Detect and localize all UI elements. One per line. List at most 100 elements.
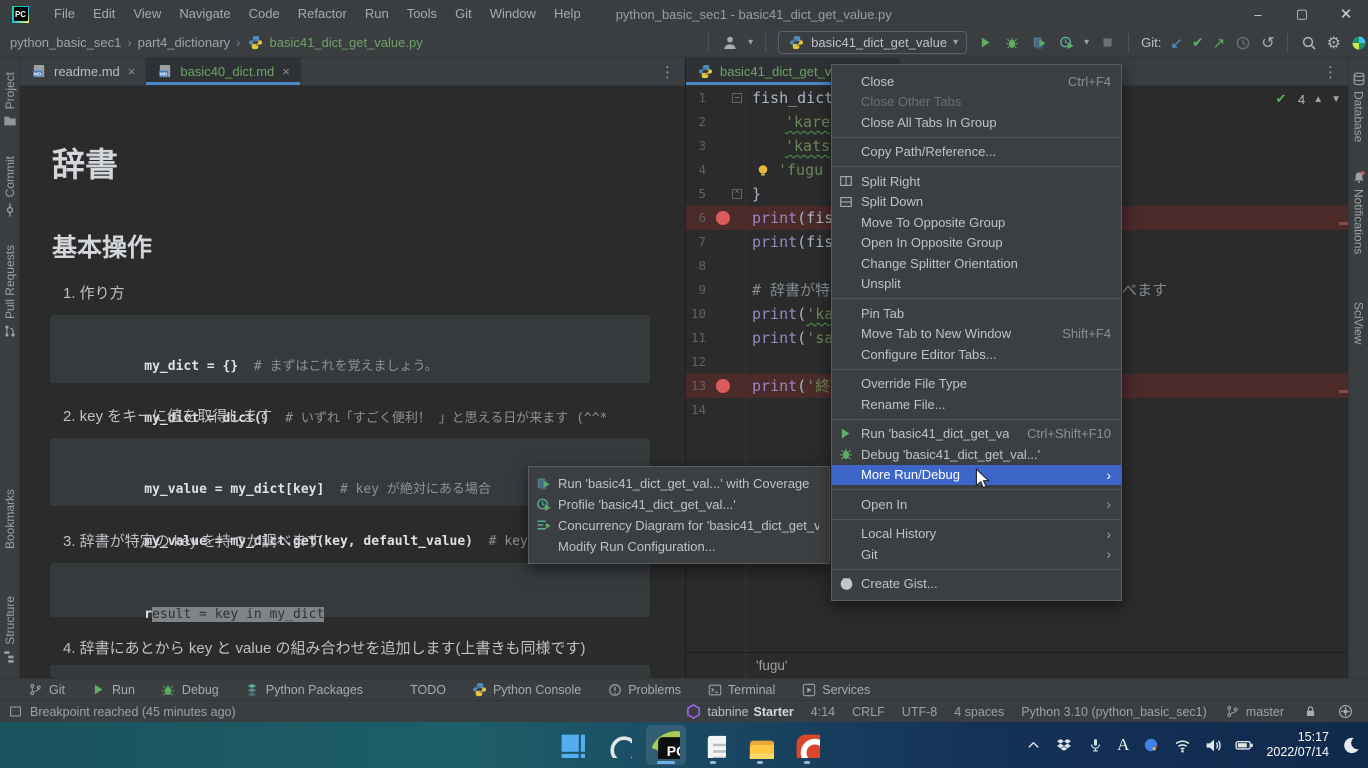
menu-help[interactable]: Help	[545, 0, 590, 28]
tray-night-mode-icon[interactable]	[1342, 736, 1360, 754]
line-number[interactable]: 9	[686, 278, 706, 302]
line-number[interactable]: 5	[686, 182, 706, 206]
menu-item-concurrency-diagram-for-basic41-dict-get-val[interactable]: Concurrency Diagram for 'basic41_dict_ge…	[529, 515, 829, 536]
line-number[interactable]: 2	[686, 110, 706, 134]
git-push-icon[interactable]: ↗	[1213, 34, 1226, 52]
tab-options-icon[interactable]: ⋮	[1313, 58, 1348, 85]
fold-marker-icon[interactable]: −	[732, 93, 742, 103]
menu-item-copy-path-reference[interactable]: Copy Path/Reference...	[832, 142, 1121, 163]
menu-code[interactable]: Code	[240, 0, 289, 28]
breadcrumb-item[interactable]: python_basic_sec1	[10, 35, 121, 50]
tool-window-button-database[interactable]: Database	[1352, 72, 1366, 142]
close-button[interactable]: ✕	[1324, 0, 1368, 28]
tray-dropbox-icon[interactable]	[1055, 736, 1073, 754]
menu-item-open-in[interactable]: Open In›	[832, 494, 1121, 515]
menu-git[interactable]: Git	[446, 0, 481, 28]
menu-item-split-right[interactable]: Split Right	[832, 171, 1121, 192]
settings-gear-icon[interactable]: ⚙	[1327, 33, 1341, 53]
run-configuration-select[interactable]: basic41_dict_get_value▾	[778, 31, 967, 54]
next-problem-icon[interactable]: ▼	[1331, 94, 1341, 105]
line-number[interactable]: 12	[686, 350, 706, 374]
taskbar-notepad-icon[interactable]	[693, 725, 733, 765]
plugin-icon[interactable]	[1350, 34, 1368, 52]
taskbar-search-icon[interactable]	[599, 725, 639, 765]
stop-button-icon[interactable]	[1098, 34, 1116, 52]
fold-marker-icon[interactable]: ⌃	[732, 189, 742, 199]
status-segment-utf-8[interactable]: UTF-8	[902, 705, 937, 719]
profiler-chevron-icon[interactable]: ▾	[1084, 37, 1089, 48]
prev-problem-icon[interactable]: ▲	[1313, 94, 1323, 105]
menu-item-override-file-type[interactable]: Override File Type	[832, 374, 1121, 395]
tool-window-button-sciview[interactable]: SciView	[1352, 283, 1366, 344]
menu-item-profile-basic41-dict-get-val[interactable]: Profile 'basic41_dict_get_val...'	[529, 494, 829, 515]
tray-battery-icon[interactable]	[1235, 736, 1253, 754]
line-number[interactable]: 8	[686, 254, 706, 278]
git-commit-icon[interactable]: ✔	[1192, 34, 1204, 51]
tool-window-button-structure[interactable]: Structure	[3, 596, 17, 664]
line-number[interactable]: 7	[686, 230, 706, 254]
menu-item-local-history[interactable]: Local History›	[832, 524, 1121, 545]
taskbar-clock[interactable]: 15:172022/07/14	[1266, 730, 1329, 760]
line-number[interactable]: 3	[686, 134, 706, 158]
status-segment-4-spaces[interactable]: 4 spaces	[954, 705, 1004, 719]
line-number[interactable]: 11	[686, 326, 706, 350]
tool-window-button-project[interactable]: Project	[3, 72, 17, 128]
inspections-widget[interactable]: ✔ 4 ▲ ▼	[1272, 90, 1341, 108]
coverage-button-icon[interactable]	[1030, 34, 1048, 52]
tab-close-icon[interactable]: ×	[282, 64, 290, 79]
tool-button-debug[interactable]: Debug	[161, 682, 219, 697]
menu-item-change-splitter-orientation[interactable]: Change Splitter Orientation	[832, 253, 1121, 274]
tool-button-python-console[interactable]: Python Console	[472, 682, 581, 697]
taskbar-start-icon[interactable]	[552, 725, 592, 765]
tool-window-button-notifications[interactable]: Notifications	[1352, 170, 1366, 254]
tool-button-todo[interactable]: TODO	[389, 682, 446, 697]
line-number[interactable]: 4	[686, 158, 706, 182]
user-chevron-down-icon[interactable]: ▾	[748, 37, 753, 48]
menu-item-close-other-tabs[interactable]: Close Other Tabs	[832, 92, 1121, 113]
menu-item-close[interactable]: CloseCtrl+F4	[832, 71, 1121, 92]
tool-button-python-packages[interactable]: Python Packages	[245, 682, 363, 697]
menu-item-configure-editor-tabs[interactable]: Configure Editor Tabs...	[832, 344, 1121, 365]
menu-item-debug-basic41-dict-get-val[interactable]: Debug 'basic41_dict_get_val...'	[832, 444, 1121, 465]
taskbar-camtasia-icon[interactable]	[787, 725, 827, 765]
menu-item-close-all-tabs-in-group[interactable]: Close All Tabs In Group	[832, 112, 1121, 133]
status-segment-crlf[interactable]: CRLF	[852, 705, 885, 719]
error-stripe-mark[interactable]	[1339, 222, 1348, 225]
rollback-icon[interactable]: ↺	[1261, 33, 1274, 53]
tab-options-icon[interactable]: ⋮	[650, 58, 685, 85]
menu-item-rename-file[interactable]: Rename File...	[832, 394, 1121, 415]
ime-indicator[interactable]: A	[1117, 735, 1129, 755]
menu-item-split-down[interactable]: Split Down	[832, 192, 1121, 213]
menu-file[interactable]: File	[45, 0, 84, 28]
tool-window-button-pull-requests[interactable]: Pull Requests	[3, 245, 17, 338]
status-segment-4-14[interactable]: 4:14	[811, 705, 835, 719]
tool-button-run[interactable]: Run	[91, 682, 135, 697]
error-stripe-mark[interactable]	[1339, 390, 1348, 393]
tool-button-git[interactable]: Git	[28, 682, 65, 697]
line-number[interactable]: 6	[686, 206, 706, 230]
maximize-button[interactable]: ▢	[1280, 0, 1324, 28]
tray-chevron-up-icon[interactable]	[1024, 736, 1042, 754]
menu-item-git[interactable]: Git›	[832, 544, 1121, 565]
menu-item-run-basic41-dict-get-val[interactable]: Run 'basic41_dict_get_val...'Ctrl+Shift+…	[832, 424, 1121, 445]
tool-button-terminal[interactable]: Terminal	[707, 682, 775, 697]
menu-item-unsplit[interactable]: Unsplit	[832, 274, 1121, 295]
status-segment-python-3-10-python-basic-sec1[interactable]: Python 3.10 (python_basic_sec1)	[1021, 705, 1207, 719]
breakpoint-icon[interactable]	[716, 379, 730, 393]
taskbar-pycharm-icon[interactable]: PC	[646, 725, 686, 765]
breakpoint-icon[interactable]	[716, 211, 730, 225]
search-everywhere-icon[interactable]	[1300, 34, 1318, 52]
breadcrumb-item[interactable]: part4_dictionary	[138, 35, 231, 50]
tray-wifi-icon[interactable]	[1173, 736, 1191, 754]
tray-sphere-icon[interactable]	[1142, 736, 1160, 754]
line-number[interactable]: 13	[686, 374, 706, 398]
menu-edit[interactable]: Edit	[84, 0, 124, 28]
menu-item-run-basic41-dict-get-val-with-coverage[interactable]: Run 'basic41_dict_get_val...' with Cover…	[529, 473, 829, 494]
menu-navigate[interactable]: Navigate	[170, 0, 239, 28]
menu-item-modify-run-configuration[interactable]: Modify Run Configuration...	[529, 536, 829, 557]
menu-item-pin-tab[interactable]: Pin Tab	[832, 303, 1121, 324]
tabnine-widget[interactable]: tabnineStarter	[684, 703, 793, 721]
menu-tools[interactable]: Tools	[398, 0, 446, 28]
user-icon[interactable]	[721, 34, 739, 52]
debug-button-icon[interactable]	[1003, 34, 1021, 52]
